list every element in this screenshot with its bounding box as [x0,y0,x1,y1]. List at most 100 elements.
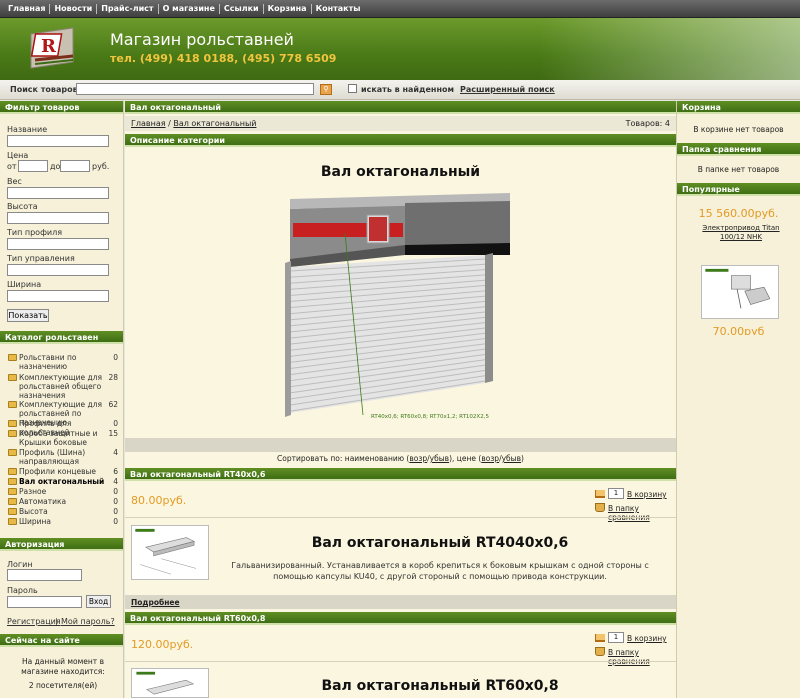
password-label: Пароль [7,586,38,595]
site-phone: тел. (499) 418 0188, (495) 778 6509 [110,52,337,65]
forgot-password-link[interactable]: Мой пароль? [61,617,115,626]
online-text: На данный момент в магазине находится: [21,657,105,676]
product-title[interactable]: Вал октагональный RT60x0,8 [265,678,615,694]
search-label: Поиск товаров [10,85,78,94]
product-price: 80.00руб. [131,494,187,507]
site-title: Магазин рольставней [110,30,294,49]
filter-height-input[interactable] [7,212,109,224]
compare-title: Папка сравнения [677,143,800,156]
cart-icon[interactable] [595,490,605,498]
quantity-input[interactable]: 1 [608,488,624,499]
search-bar: Поиск товаров ⚲ искать в найденном Расши… [0,80,800,100]
popular-product-link[interactable]: Электропривод Titan 100/12 NHK [689,224,793,242]
filter-price-label: Цена [7,151,29,160]
filter-height-label: Высота [7,202,38,211]
folder-icon [8,478,17,485]
filter-show-button[interactable]: Показать [7,309,49,322]
password-input[interactable] [7,596,82,608]
more-link[interactable]: Подробнее [131,598,180,607]
filter-currency-label: руб. [92,162,110,171]
product-thumbnail[interactable] [131,525,209,580]
add-to-cart-link[interactable]: В корзину [627,634,667,643]
folder-icon [8,449,17,456]
nav-news[interactable]: Новости [50,3,98,14]
filter-weight-label: Вес [7,177,22,186]
folder-icon [8,401,17,408]
folder-icon [8,354,17,361]
filter-name-label: Название [7,125,48,134]
sort-name-desc[interactable]: убыв [430,454,449,463]
catalog-title: Каталог рольставен [0,331,123,344]
sort-name-asc[interactable]: возр [409,454,427,463]
popular-thumbnail[interactable] [701,265,779,319]
nav-about[interactable]: О магазине [159,3,220,14]
sort-bar: Сортировать по: наименованию (возр/убыв)… [277,454,524,463]
quantity-input[interactable]: 1 [608,632,624,643]
add-to-cart-link[interactable]: В корзину [627,490,667,499]
product-divider [125,517,676,518]
filter-control-type-input[interactable] [7,264,109,276]
compare-folder-icon[interactable] [595,503,605,512]
product-thumbnail[interactable] [131,668,209,698]
filter-name-input[interactable] [7,135,109,147]
popular-title: Популярные [677,183,800,196]
filter-profile-type-input[interactable] [7,238,109,250]
breadcrumb-home[interactable]: Главная [131,119,166,128]
filter-title: Фильтр товаров [0,101,123,114]
folder-icon [8,518,17,525]
product-bar[interactable]: Вал октагональный RT60x0,8 [125,612,676,625]
online-count: 2 посетителя(ей) [28,681,98,690]
goods-count: Товаров: 4 [625,119,670,128]
cart-title: Корзина [677,101,800,114]
compare-empty-text: В папке нет товаров [697,165,780,174]
nav-home[interactable]: Главная [4,3,51,14]
login-label: Логин [7,560,33,569]
folder-icon [8,488,17,495]
product-bar[interactable]: Вал октагональный RT40x0,6 [125,468,676,481]
cart-icon[interactable] [595,634,605,642]
search-input[interactable] [76,83,314,95]
logo-icon[interactable]: R [27,26,77,70]
login-button[interactable]: Вход [86,595,111,608]
nav-contacts[interactable]: Контакты [312,4,365,14]
advanced-search-link[interactable]: Расширенный поиск [460,85,555,94]
product-title[interactable]: Вал октагональный RT4040x0,6 [265,535,615,551]
filter-width-label: Ширина [7,280,42,289]
folder-icon [8,430,17,437]
sort-price-asc[interactable]: возр [481,454,499,463]
breadcrumb: Главная / Вал октагональный [131,119,257,128]
divider-strip [125,438,676,452]
add-to-compare-link[interactable]: В папку сравнения [608,648,676,666]
folder-icon [8,420,17,427]
search-in-found-label: искать в найденном [361,85,455,94]
main-column: Вал октагональный Главная / Вал октагона… [125,101,676,698]
nav-price-list[interactable]: Прайс-лист [97,3,159,14]
filter-control-type-label: Тип управления [7,254,75,263]
header-banner: R Магазин рольставней тел. (499) 418 018… [0,18,800,80]
online-title: Сейчас на сайте [0,634,123,647]
nav-links[interactable]: Ссылки [220,3,264,14]
filter-price-from-input[interactable] [18,160,48,172]
breadcrumb-current[interactable]: Вал октагональный [173,119,256,128]
nav-cart[interactable]: Корзина [264,3,312,14]
search-icon[interactable]: ⚲ [320,84,332,95]
compare-folder-icon[interactable] [595,647,605,656]
popular-price: 15 560.00руб. [698,207,779,220]
roller-shutter-image [285,193,510,417]
sort-price-desc[interactable]: убыв [502,454,521,463]
main-title: Вал октагональный [125,101,676,114]
add-to-compare-link[interactable]: В папку сравнения [608,504,676,522]
folder-icon [8,374,17,381]
right-column: Корзина В корзине нет товаров Папка срав… [676,101,800,698]
filter-weight-input[interactable] [7,187,109,199]
filter-width-input[interactable] [7,290,109,302]
search-in-found-checkbox[interactable] [348,84,357,93]
filter-price-to-input[interactable] [60,160,90,172]
login-input[interactable] [7,569,82,581]
folder-icon [8,508,17,515]
register-link[interactable]: Регистрация [7,617,61,626]
filter-profile-type-label: Тип профиля [7,228,63,237]
auth-title: Авторизация [0,538,123,551]
category-heading: Вал октагональный [320,164,481,180]
cart-empty-text: В корзине нет товаров [693,125,784,134]
